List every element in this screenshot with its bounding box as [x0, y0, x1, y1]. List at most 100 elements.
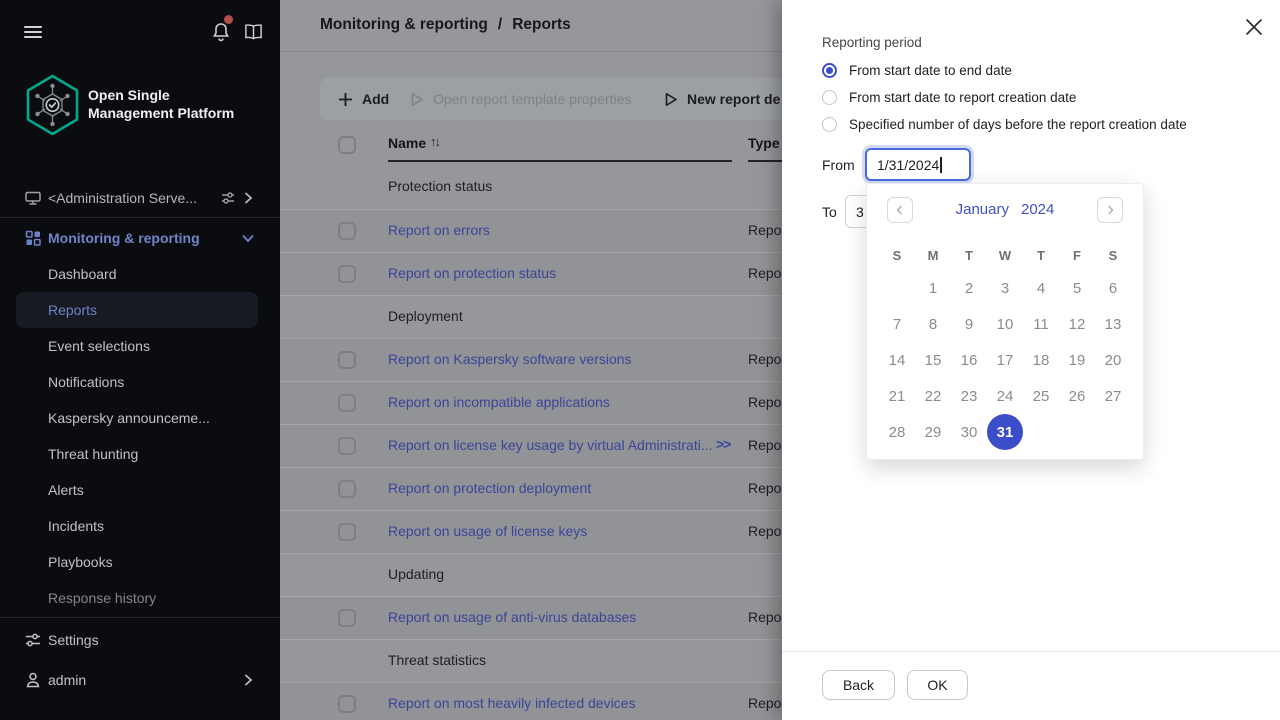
calendar-day-2[interactable]: 2 [951, 270, 987, 306]
calendar-day-4[interactable]: 4 [1023, 270, 1059, 306]
report-type: Repo [748, 695, 781, 711]
calendar-grid: 1234567891011121314151617181920212223242… [867, 270, 1143, 450]
new-report-button[interactable]: New report de [664, 78, 780, 120]
calendar-day-31[interactable]: 31 [987, 414, 1023, 450]
radio-option-start-to-end[interactable]: From start date to end date [822, 60, 1012, 80]
sidebar-item-settings[interactable]: Settings [0, 622, 280, 658]
radio-option-start-to-creation[interactable]: From start date to report creation date [822, 87, 1076, 107]
calendar-day-20[interactable]: 20 [1095, 342, 1131, 378]
radio-unselected-icon[interactable] [822, 117, 837, 132]
calendar-day-30[interactable]: 30 [951, 414, 987, 450]
ok-button[interactable]: OK [907, 670, 968, 700]
report-link[interactable]: Report on protection status [388, 265, 556, 281]
report-link[interactable]: Report on incompatible applications [388, 394, 610, 410]
calendar-day-5[interactable]: 5 [1059, 270, 1095, 306]
sidebar-item-notifications[interactable]: Notifications [16, 364, 258, 400]
row-checkbox[interactable] [338, 695, 356, 713]
row-checkbox[interactable] [338, 609, 356, 627]
radio-selected-icon[interactable] [822, 63, 837, 78]
calendar-next-month-button[interactable] [1097, 197, 1123, 223]
calendar-month[interactable]: January [956, 201, 1009, 218]
calendar-day-13[interactable]: 13 [1095, 306, 1131, 342]
sidebar-item-alerts[interactable]: Alerts [16, 472, 258, 508]
calendar-day-8[interactable]: 8 [915, 306, 951, 342]
sidebar-item-event-selections[interactable]: Event selections [16, 328, 258, 364]
calendar-day-19[interactable]: 19 [1059, 342, 1095, 378]
sidebar-item-response-history[interactable]: Response history [16, 580, 258, 616]
sort-arrows-icon[interactable]: ↑↓ [430, 134, 439, 149]
calendar-day-27[interactable]: 27 [1095, 378, 1131, 414]
report-type: Repo [748, 394, 781, 410]
breadcrumb-parent[interactable]: Monitoring & reporting [320, 16, 488, 33]
sidebar-item-admin[interactable]: admin [0, 662, 280, 698]
from-date-input[interactable]: 1/31/2024 [865, 148, 971, 181]
sidebar-item-dashboard[interactable]: Dashboard [16, 256, 258, 292]
select-all-checkbox[interactable] [338, 136, 356, 154]
add-button[interactable]: Add [338, 78, 389, 120]
calendar-day-9[interactable]: 9 [951, 306, 987, 342]
radio-option-days-before-creation[interactable]: Specified number of days before the repo… [822, 114, 1187, 134]
calendar-day-21[interactable]: 21 [879, 378, 915, 414]
settings-sliders-icon [24, 631, 42, 649]
calendar-day-23[interactable]: 23 [951, 378, 987, 414]
documentation-book-icon[interactable] [244, 23, 263, 41]
chevron-right-icon[interactable] [240, 190, 256, 206]
menu-hamburger-icon[interactable] [24, 23, 42, 41]
back-button[interactable]: Back [822, 670, 895, 700]
calendar-day-12[interactable]: 12 [1059, 306, 1095, 342]
sidebar-item-threat-hunting[interactable]: Threat hunting [16, 436, 258, 472]
calendar-day-26[interactable]: 26 [1059, 378, 1095, 414]
row-checkbox[interactable] [338, 480, 356, 498]
calendar-day-17[interactable]: 17 [987, 342, 1023, 378]
calendar-day-7[interactable]: 7 [879, 306, 915, 342]
server-settings-sliders-icon[interactable] [220, 190, 236, 206]
column-header-type[interactable]: Type [748, 135, 780, 151]
row-checkbox[interactable] [338, 394, 356, 412]
report-type: Repo [748, 609, 781, 625]
calendar-day-24[interactable]: 24 [987, 378, 1023, 414]
row-checkbox[interactable] [338, 437, 356, 455]
calendar-day-empty [879, 270, 915, 306]
report-link[interactable]: Report on usage of anti-virus databases [388, 609, 636, 625]
breadcrumb: Monitoring & reporting/Reports [320, 16, 581, 34]
report-link[interactable]: Report on usage of license keys [388, 523, 587, 539]
radio-unselected-icon[interactable] [822, 90, 837, 105]
sidebar-item-kaspersky-announcements[interactable]: Kaspersky announceme... [16, 400, 258, 436]
calendar-day-3[interactable]: 3 [987, 270, 1023, 306]
report-link[interactable]: Report on most heavily infected devices [388, 695, 635, 711]
row-checkbox[interactable] [338, 222, 356, 240]
row-checkbox[interactable] [338, 351, 356, 369]
sidebar-item-incidents[interactable]: Incidents [16, 508, 258, 544]
calendar-day-22[interactable]: 22 [915, 378, 951, 414]
calendar-day-15[interactable]: 15 [915, 342, 951, 378]
report-link[interactable]: Report on errors [388, 222, 490, 238]
calendar-day-14[interactable]: 14 [879, 342, 915, 378]
report-link[interactable]: Report on Kaspersky software versions [388, 351, 632, 367]
report-type: Repo [748, 480, 781, 496]
sidebar-item-administration-server[interactable]: <Administration Serve... [0, 180, 280, 216]
calendar-day-11[interactable]: 11 [1023, 306, 1059, 342]
report-type: Repo [748, 523, 781, 539]
overflow-chevrons-icon[interactable]: >> [716, 436, 730, 452]
calendar-year[interactable]: 2024 [1021, 201, 1054, 218]
sidebar-item-playbooks[interactable]: Playbooks [16, 544, 258, 580]
close-icon[interactable] [1245, 18, 1263, 36]
calendar-day-16[interactable]: 16 [951, 342, 987, 378]
column-header-name[interactable]: Name [388, 135, 426, 151]
sidebar-item-reports[interactable]: Reports [16, 292, 258, 328]
row-checkbox[interactable] [338, 523, 356, 541]
report-link[interactable]: Report on protection deployment [388, 480, 591, 496]
chevron-down-icon [240, 230, 256, 246]
calendar-day-28[interactable]: 28 [879, 414, 915, 450]
calendar-day-29[interactable]: 29 [915, 414, 951, 450]
row-checkbox[interactable] [338, 265, 356, 283]
report-link[interactable]: Report on license key usage by virtual A… [388, 437, 712, 453]
notifications-bell-icon[interactable] [211, 22, 231, 42]
calendar-day-10[interactable]: 10 [987, 306, 1023, 342]
calendar-day-empty [1095, 414, 1131, 450]
calendar-day-1[interactable]: 1 [915, 270, 951, 306]
calendar-day-25[interactable]: 25 [1023, 378, 1059, 414]
calendar-day-6[interactable]: 6 [1095, 270, 1131, 306]
calendar-day-18[interactable]: 18 [1023, 342, 1059, 378]
sidebar-item-monitoring-reporting[interactable]: Monitoring & reporting [0, 220, 280, 256]
